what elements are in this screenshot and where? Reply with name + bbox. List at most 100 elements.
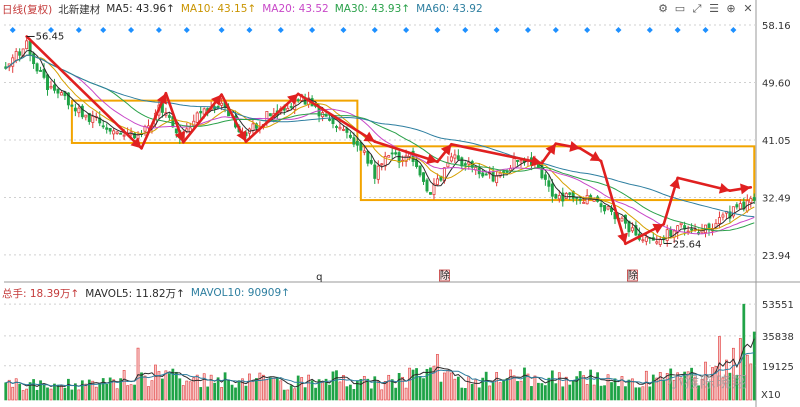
candle-body <box>331 118 335 124</box>
volume-bar <box>397 372 401 401</box>
candle-body <box>286 107 290 111</box>
candle-body <box>387 155 391 158</box>
candle-body <box>505 171 509 173</box>
volume-bar <box>77 389 81 401</box>
volume-bar <box>4 382 8 401</box>
candle-body <box>28 41 32 56</box>
candle-body <box>578 198 582 201</box>
volume-bar <box>617 386 620 401</box>
candle-body <box>348 134 352 138</box>
candle-body <box>373 164 377 179</box>
volume-bar <box>46 387 49 401</box>
candle-body <box>554 194 558 199</box>
candle-body <box>397 152 401 163</box>
volume-bar <box>216 377 220 401</box>
candle-body <box>119 132 123 135</box>
candle-body <box>341 129 345 131</box>
watermark: 小猴陈晓翔 <box>668 373 749 391</box>
volume-bar <box>220 387 223 401</box>
volume-bar <box>561 386 565 401</box>
volume-bar <box>582 375 586 401</box>
kline-chart-window: 58.16 49.60 41.05 32.49 23.94 53551 35838 19125… <box>0 0 800 407</box>
candle-body <box>655 241 659 244</box>
volume-bar <box>150 380 154 401</box>
volume-bar <box>596 372 599 401</box>
gear-icon[interactable]: ⚙ <box>657 2 669 16</box>
volume-bar <box>248 373 251 401</box>
volume-bar <box>610 382 613 401</box>
candle-body <box>380 163 384 166</box>
window-icon[interactable]: ▭ <box>674 2 686 16</box>
volume-bar <box>749 363 753 401</box>
volume-bar <box>554 383 558 401</box>
candle-body <box>18 51 22 56</box>
candle-body <box>220 102 224 106</box>
volume-bar <box>56 384 60 401</box>
candle-body <box>394 152 398 155</box>
chevron-up-icon[interactable]: ⊕ <box>725 2 737 16</box>
volume-bar <box>540 383 544 401</box>
volume-bar <box>35 389 39 401</box>
candle-body <box>56 88 60 94</box>
volume-bar <box>195 374 199 401</box>
candle-body <box>70 104 74 107</box>
candle-body <box>199 110 203 114</box>
volume-bar <box>460 387 464 401</box>
candle-body <box>585 195 589 205</box>
volume-bar <box>537 382 540 401</box>
close-icon[interactable]: ✕ <box>742 2 754 16</box>
expand-icon[interactable]: ⤢ <box>691 2 703 16</box>
volume-bar <box>571 380 575 401</box>
volume-bar <box>105 383 109 401</box>
volume-bar <box>627 379 631 401</box>
volume-bar <box>352 389 356 401</box>
volume-bar <box>275 376 279 401</box>
volume-bar <box>495 372 499 401</box>
volume-bar <box>268 377 272 401</box>
volume-bar <box>244 385 248 401</box>
candle-body <box>174 128 178 134</box>
candle-body <box>568 192 572 195</box>
volume-bar <box>404 387 408 401</box>
volume-bar <box>390 379 394 401</box>
volume-bar <box>369 388 373 401</box>
volume-bar <box>213 382 217 401</box>
volume-bar <box>293 388 297 401</box>
candle-body <box>289 106 293 108</box>
volume-bar <box>338 381 342 401</box>
candle-body <box>108 127 112 132</box>
chart-background <box>0 0 800 407</box>
ma30-readout: MA30: 43.93↑ <box>334 3 411 15</box>
volume-bar <box>307 374 311 401</box>
volume-bar <box>380 389 384 401</box>
price-tick-label: 32.49 <box>762 193 791 204</box>
volume-bar <box>564 376 568 401</box>
period-label[interactable]: 日线(复权) <box>2 2 52 17</box>
volume-bar <box>258 372 262 401</box>
volume-bar <box>94 386 98 401</box>
candle-body <box>415 160 419 167</box>
candle-body <box>53 84 56 91</box>
volume-bar <box>415 368 418 401</box>
volume-bar <box>516 381 519 401</box>
volume-bar <box>446 369 450 401</box>
volume-bar <box>255 378 258 401</box>
volume-bar <box>42 384 46 401</box>
mavol10-readout: MAVOL10: 90909↑ <box>190 287 290 299</box>
candle-body <box>390 152 394 155</box>
volume-bar <box>289 385 293 401</box>
candle-body <box>550 183 554 197</box>
total-volume-readout[interactable]: 总手: 18.39万↑ <box>2 286 79 301</box>
candle-body <box>46 74 49 90</box>
menu-icon[interactable]: ☰ <box>708 2 720 16</box>
volume-bar <box>167 373 171 401</box>
volume-bar <box>188 381 192 401</box>
candle-body <box>456 155 460 160</box>
volume-bar <box>314 387 317 401</box>
candle-body <box>543 174 547 180</box>
kline-chart[interactable]: 58.16 49.60 41.05 32.49 23.94 53551 35838 19125… <box>0 0 800 407</box>
volume-bar <box>470 383 474 401</box>
chart-toolbar: ⚙ ▭ ⤢ ☰ ⊕ ✕ <box>657 2 754 16</box>
volume-bar <box>585 384 589 401</box>
volume-bar <box>463 388 467 401</box>
